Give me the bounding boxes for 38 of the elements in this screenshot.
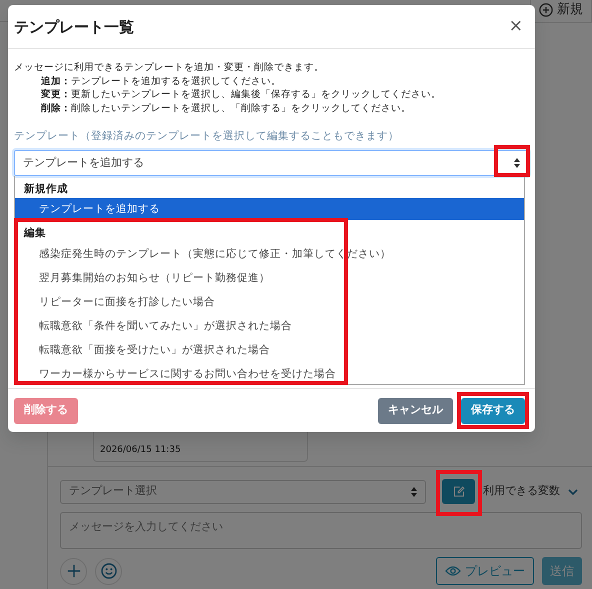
dropdown-option[interactable]: ワーカー様からサービスに関するお問い合わせを受けた場合: [15, 362, 524, 386]
dropdown-option[interactable]: テンプレートを追加する: [15, 198, 524, 220]
dropdown-option[interactable]: 転職意欲「条件を聞いてみたい」が選択された場合: [15, 314, 524, 338]
instruction-text: 追加：テンプレートを追加するを選択してください。: [40, 74, 282, 88]
template-select[interactable]: テンプレートを追加する: [14, 150, 529, 176]
intro-text: メッセージに利用できるテンプレートを追加・変更・削除できます。: [14, 61, 325, 74]
dropdown-option[interactable]: 翌月募集開始のお知らせ（リピート勤務促進）: [15, 266, 524, 290]
dialog-button[interactable]: 保存する: [461, 398, 525, 424]
field-label: テンプレート: [14, 129, 80, 144]
emoji-button[interactable]: [95, 558, 122, 584]
add-button[interactable]: [60, 558, 87, 584]
smiley-icon: [100, 563, 116, 579]
field-hint: （登録済みのテンプレートを選択して編集することもできます）: [80, 129, 399, 144]
instruction-text: 変更：更新したいテンプレートを選択し、編集後「保存する」をクリックしてください。: [40, 88, 442, 102]
sort-arrows-icon: [514, 158, 520, 168]
highlight-frame: [457, 392, 529, 429]
chevron-down-icon: [568, 488, 578, 496]
sort-arrows-icon: [411, 486, 417, 496]
edit-icon: [452, 486, 464, 498]
plus-icon: [66, 564, 80, 578]
option-group-label: 編集: [22, 226, 47, 241]
plus-circle-icon: [539, 3, 553, 17]
highlight-frame: [436, 470, 482, 516]
variables-dropdown[interactable]: 利用できる変数: [483, 483, 578, 500]
new-button[interactable]: 新規: [530, 0, 592, 23]
dialog-button[interactable]: キャンセル: [378, 398, 453, 424]
template-select[interactable]: テンプレート選択: [60, 480, 426, 504]
close-button[interactable]: ×: [508, 18, 523, 35]
dropdown-option[interactable]: 転職意欲「面接を受けたい」が選択された場合: [15, 338, 524, 362]
dropdown-option[interactable]: 感染症発生時のテンプレート（実態に応じて修正・加筆してください）: [15, 242, 524, 266]
dropdown-option[interactable]: リピーターに面接を打診したい場合: [15, 290, 524, 314]
eye-icon: [445, 565, 461, 577]
dialog-title: テンプレート一覧: [14, 18, 134, 36]
instruction-text: 削除：削除したいテンプレートを選択し、「削除する」をクリックしてください。: [40, 102, 412, 115]
edit-button[interactable]: [442, 479, 475, 504]
option-group-label: 新規作成: [23, 182, 69, 197]
message-field[interactable]: メッセージを入力してください: [60, 512, 582, 549]
highlight-frame: [494, 145, 530, 177]
